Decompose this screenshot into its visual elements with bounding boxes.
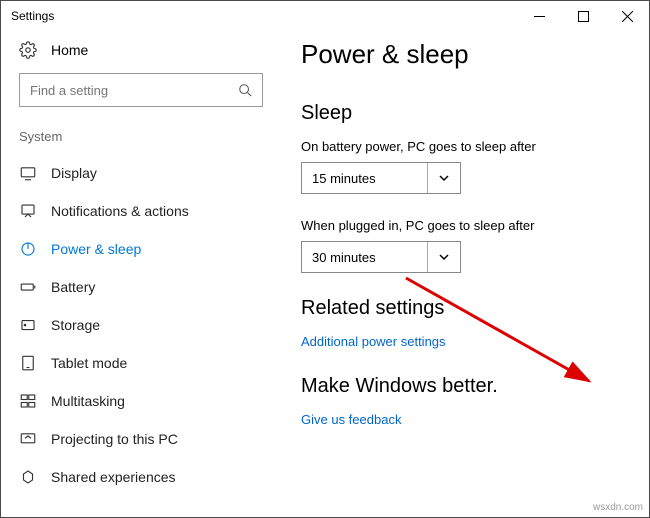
home-label: Home [51, 42, 88, 58]
sidebar-item-storage[interactable]: Storage [1, 306, 281, 344]
window-title: Settings [11, 9, 54, 23]
sidebar-item-label: Notifications & actions [51, 203, 189, 219]
sidebar-item-label: Display [51, 165, 97, 181]
section-related: Related settings [301, 297, 619, 320]
search-box[interactable] [19, 73, 263, 107]
display-icon [19, 164, 37, 182]
sidebar-item-label: Multitasking [51, 393, 125, 409]
power-icon [19, 240, 37, 258]
battery-icon [19, 278, 37, 296]
chevron-down-icon [427, 163, 450, 193]
sidebar-item-label: Battery [51, 279, 95, 295]
home-button[interactable]: Home [1, 35, 281, 73]
sidebar-item-display[interactable]: Display [1, 154, 281, 192]
sidebar-item-power-sleep[interactable]: Power & sleep [1, 230, 281, 268]
section-sleep: Sleep [301, 102, 619, 125]
storage-icon [19, 316, 37, 334]
select-value: 15 minutes [312, 171, 376, 186]
search-icon [238, 83, 252, 97]
battery-sleep-label: On battery power, PC goes to sleep after [301, 139, 619, 154]
sidebar-item-projecting[interactable]: Projecting to this PC [1, 420, 281, 458]
window-buttons [517, 1, 649, 31]
maximize-icon [578, 11, 589, 22]
tablet-icon [19, 354, 37, 372]
sidebar-item-multitasking[interactable]: Multitasking [1, 382, 281, 420]
titlebar: Settings [1, 1, 649, 31]
sidebar-item-label: Power & sleep [51, 241, 141, 257]
notifications-icon [19, 202, 37, 220]
group-label-system: System [1, 125, 281, 154]
search-input[interactable] [30, 83, 238, 98]
feedback-link[interactable]: Give us feedback [301, 412, 619, 427]
sidebar-item-tablet-mode[interactable]: Tablet mode [1, 344, 281, 382]
minimize-button[interactable] [517, 1, 561, 31]
battery-sleep-select[interactable]: 15 minutes [301, 162, 461, 194]
close-button[interactable] [605, 1, 649, 31]
plugged-sleep-label: When plugged in, PC goes to sleep after [301, 218, 619, 233]
section-better: Make Windows better. [301, 375, 619, 398]
page-title: Power & sleep [301, 39, 619, 70]
minimize-icon [534, 11, 545, 22]
multitasking-icon [19, 392, 37, 410]
settings-window: Settings Home System Display [0, 0, 650, 518]
sidebar-item-shared-experiences[interactable]: Shared experiences [1, 458, 281, 496]
content-pane: Power & sleep Sleep On battery power, PC… [281, 31, 649, 517]
sidebar-item-label: Tablet mode [51, 355, 127, 371]
sidebar-item-label: Projecting to this PC [51, 431, 178, 447]
shared-icon [19, 468, 37, 486]
select-value: 30 minutes [312, 250, 376, 265]
sidebar-item-notifications[interactable]: Notifications & actions [1, 192, 281, 230]
watermark: wsxdn.com [593, 502, 643, 513]
chevron-down-icon [427, 242, 450, 272]
plugged-sleep-select[interactable]: 30 minutes [301, 241, 461, 273]
additional-power-settings-link[interactable]: Additional power settings [301, 334, 619, 349]
gear-icon [19, 41, 37, 59]
close-icon [622, 11, 633, 22]
sidebar-item-battery[interactable]: Battery [1, 268, 281, 306]
projecting-icon [19, 430, 37, 448]
maximize-button[interactable] [561, 1, 605, 31]
sidebar-item-label: Shared experiences [51, 469, 176, 485]
sidebar: Home System Display Notifications & acti… [1, 31, 281, 517]
sidebar-item-label: Storage [51, 317, 100, 333]
